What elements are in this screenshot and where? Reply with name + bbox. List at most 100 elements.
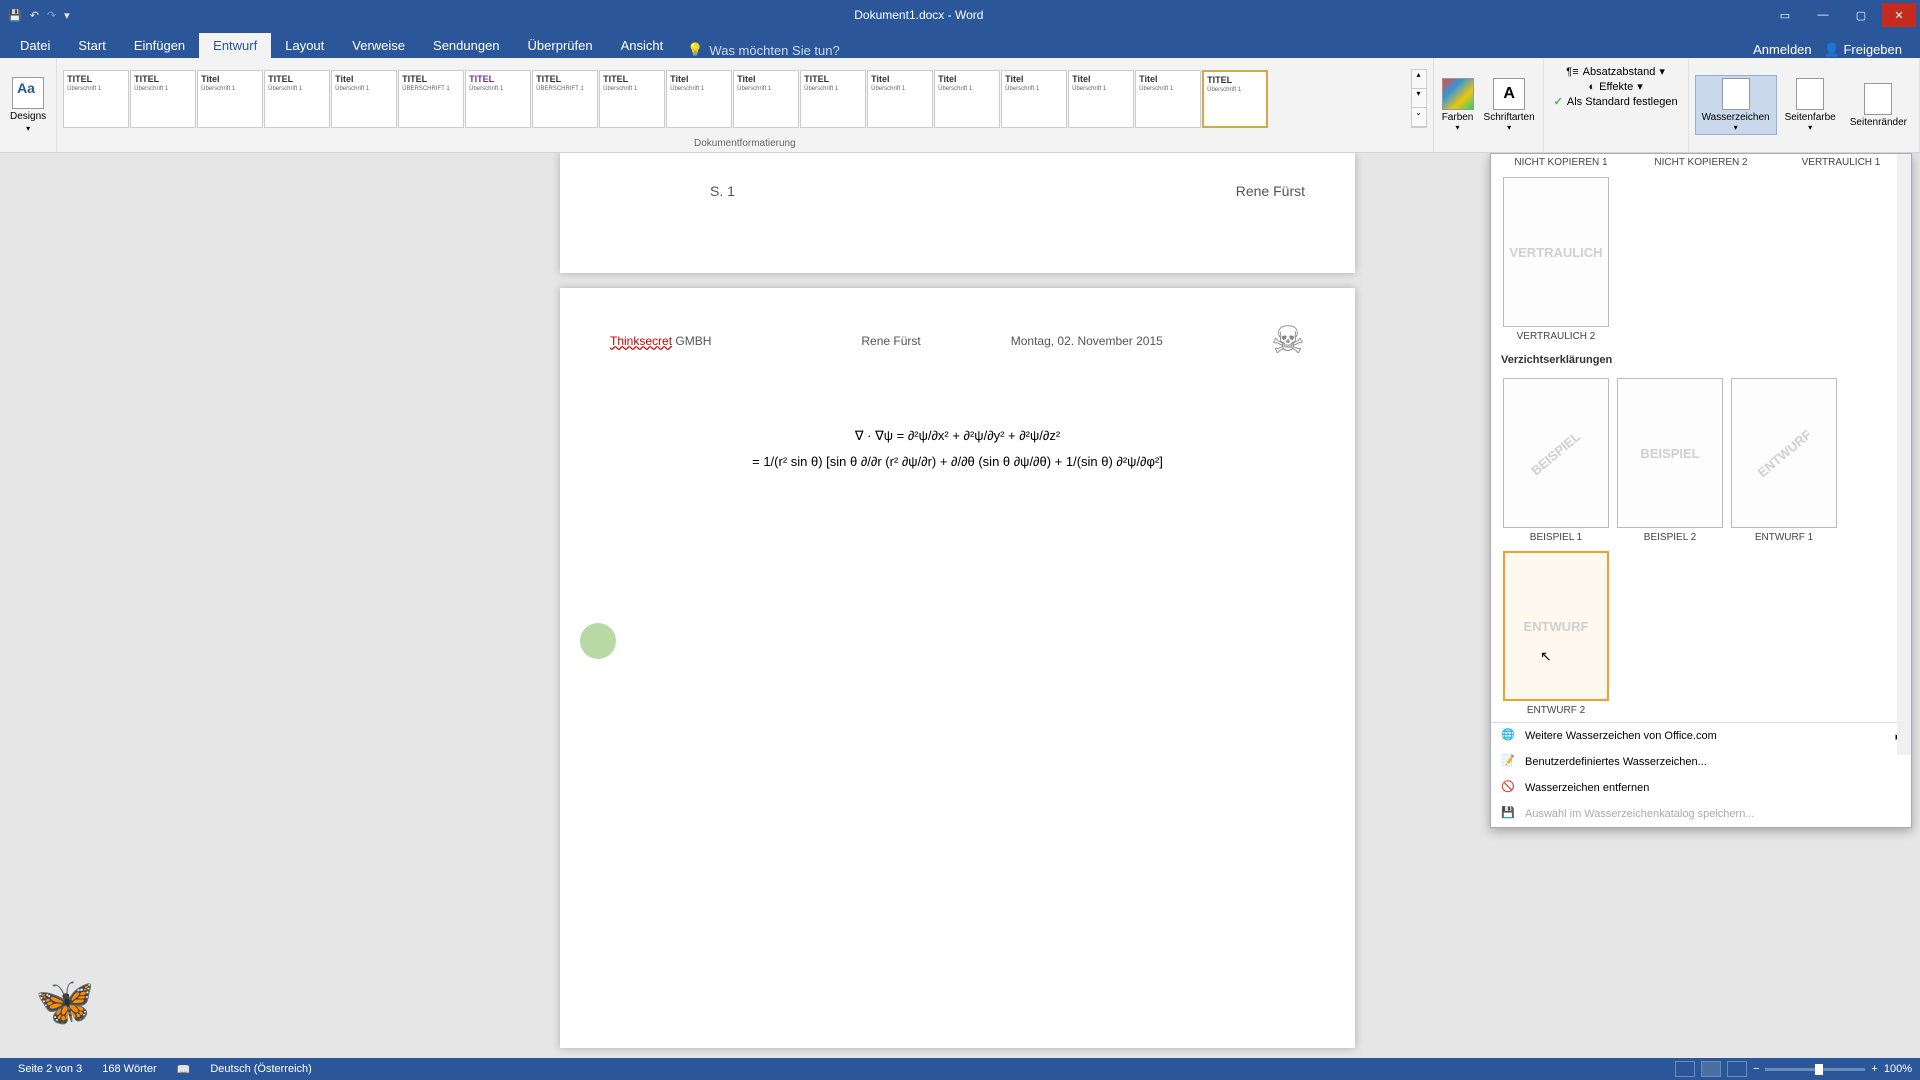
titlebar: 💾 ↶ ↷ ▾ Dokument1.docx - Word ▭ — ▢ ✕ — [0, 0, 1920, 30]
fonts-icon: A — [1493, 78, 1525, 110]
tab-datei[interactable]: Datei — [6, 33, 64, 58]
butterfly-watermark: 🦋 — [35, 973, 95, 1030]
save-icon[interactable]: 💾 — [8, 9, 22, 22]
doc-format-item-13[interactable]: TitelÜberschrift 1 — [934, 70, 1000, 128]
watermark-panel-scrollbar[interactable] — [1897, 154, 1911, 755]
chevron-down-icon: ▾ — [1734, 123, 1738, 132]
gallery-down-icon[interactable]: ▾ — [1412, 89, 1426, 108]
office-icon: 🌐 — [1501, 728, 1517, 744]
watermark-item-entwurf-2[interactable]: ENTWURFENTWURF 2 — [1503, 551, 1609, 716]
view-read-mode[interactable] — [1675, 1061, 1695, 1077]
tab-einfuegen[interactable]: Einfügen — [120, 33, 199, 58]
document-area[interactable]: S. 1 Rene Fürst Thinksecret GMBH Rene Fü… — [0, 153, 1920, 1060]
doc-format-item-3[interactable]: TITELÜberschrift 1 — [264, 70, 330, 128]
zoom-in-button[interactable]: + — [1871, 1063, 1877, 1075]
watermark-icon — [1722, 78, 1750, 110]
freigeben-link[interactable]: 👤 Freigeben — [1824, 42, 1902, 58]
chevron-down-icon: ▾ — [1808, 123, 1812, 132]
doc-format-item-4[interactable]: TitelÜberschrift 1 — [331, 70, 397, 128]
watermark-item-beispiel-2[interactable]: BEISPIELBEISPIEL 2 — [1617, 378, 1723, 543]
doc-format-item-9[interactable]: TitelÜberschrift 1 — [666, 70, 732, 128]
tab-start[interactable]: Start — [64, 33, 119, 58]
doc-formatting-label: Dokumentformatierung — [63, 136, 1426, 149]
watermark-custom[interactable]: 📝 Benutzerdefiniertes Wasserzeichen... — [1491, 749, 1911, 775]
chevron-down-icon: ▾ — [1507, 123, 1511, 132]
seitenfarbe-button[interactable]: Seitenfarbe ▾ — [1779, 76, 1842, 134]
ribbon-display-icon[interactable]: ▭ — [1768, 3, 1802, 27]
tab-ueberpruefen[interactable]: Überprüfen — [514, 33, 607, 58]
view-print-layout[interactable] — [1701, 1061, 1721, 1077]
doc-format-item-14[interactable]: TitelÜberschrift 1 — [1001, 70, 1067, 128]
anmelden-link[interactable]: Anmelden — [1753, 42, 1812, 58]
minimize-button[interactable]: — — [1806, 3, 1840, 27]
header-company: Thinksecret GMBH — [610, 334, 711, 348]
colors-icon — [1442, 78, 1474, 110]
watermark-item-entwurf-1[interactable]: ENTWURFENTWURF 1 — [1731, 378, 1837, 543]
close-button[interactable]: ✕ — [1882, 3, 1916, 27]
watermark-dropdown-panel: NICHT KOPIEREN 1 NICHT KOPIEREN 2 VERTRA… — [1490, 153, 1912, 828]
wasserzeichen-button[interactable]: Wasserzeichen ▾ — [1695, 75, 1777, 135]
status-proofing-icon[interactable]: 📖 — [167, 1063, 201, 1076]
doc-format-item-11[interactable]: TITELÜberschrift 1 — [800, 70, 866, 128]
tab-verweise[interactable]: Verweise — [338, 33, 419, 58]
tab-ansicht[interactable]: Ansicht — [607, 33, 678, 58]
doc-format-item-6[interactable]: TITELÜberschrift 1 — [465, 70, 531, 128]
doc-format-item-7[interactable]: TITELÜBERSCHRIFT 1 — [532, 70, 598, 128]
doc-format-item-17[interactable]: TITELÜberschrift 1 — [1202, 70, 1268, 128]
watermark-vertraulich-2[interactable]: VERTRAULICH VERTRAULICH 2 — [1503, 177, 1609, 342]
designs-button[interactable]: Designs ▾ — [6, 73, 50, 137]
doc-format-item-16[interactable]: TitelÜberschrift 1 — [1135, 70, 1201, 128]
lightbulb-icon: 💡 — [687, 42, 703, 58]
undo-icon[interactable]: ↶ — [30, 9, 39, 22]
zoom-level[interactable]: 100% — [1884, 1063, 1912, 1075]
view-web-layout[interactable] — [1727, 1061, 1747, 1077]
als-standard-button[interactable]: ✓ Als Standard festlegen — [1554, 95, 1678, 108]
gallery-up-icon[interactable]: ▴ — [1412, 70, 1426, 89]
paragraph-spacing-icon: ¶≡ — [1566, 66, 1578, 78]
tab-sendungen[interactable]: Sendungen — [419, 33, 514, 58]
farben-button[interactable]: Farben ▾ — [1440, 76, 1476, 134]
gallery-scrollbar[interactable]: ▴ ▾ ⌄ — [1411, 69, 1427, 128]
doc-format-item-12[interactable]: TitelÜberschrift 1 — [867, 70, 933, 128]
status-page[interactable]: Seite 2 von 3 — [8, 1063, 92, 1075]
custom-watermark-icon: 📝 — [1501, 754, 1517, 770]
doc-format-item-5[interactable]: TITELÜBERSCHRIFT 1 — [398, 70, 464, 128]
page-2[interactable]: Thinksecret GMBH Rene Fürst Montag, 02. … — [560, 288, 1355, 1048]
save-selection-icon: 💾 — [1501, 806, 1517, 822]
window-title: Dokument1.docx - Word — [70, 8, 1768, 22]
watermark-remove[interactable]: 🚫 Wasserzeichen entfernen — [1491, 775, 1911, 801]
zoom-out-button[interactable]: − — [1753, 1063, 1759, 1075]
page-1[interactable]: S. 1 Rene Fürst — [560, 153, 1355, 273]
equation-block[interactable]: ∇ · ∇ψ = ∂²ψ/∂x² + ∂²ψ/∂y² + ∂²ψ/∂z² = 1… — [610, 423, 1305, 475]
chevron-down-icon: ▾ — [26, 124, 30, 133]
schriftarten-button[interactable]: A Schriftarten ▾ — [1482, 76, 1537, 134]
doc-format-item-10[interactable]: TitelÜberschrift 1 — [733, 70, 799, 128]
document-formatting-gallery[interactable]: TITELÜberschrift 1TITELÜberschrift 1Tite… — [63, 70, 1408, 128]
tab-layout[interactable]: Layout — [271, 33, 338, 58]
redo-icon[interactable]: ↷ — [47, 9, 56, 22]
gallery-more-icon[interactable]: ⌄ — [1412, 108, 1426, 127]
doc-format-item-1[interactable]: TITELÜberschrift 1 — [130, 70, 196, 128]
doc-format-item-15[interactable]: TitelÜberschrift 1 — [1068, 70, 1134, 128]
absatzabstand-button[interactable]: ¶≡ Absatzabstand ▾ — [1566, 65, 1665, 78]
effects-icon: ◐ — [1589, 81, 1596, 93]
maximize-button[interactable]: ▢ — [1844, 3, 1878, 27]
tab-entwurf[interactable]: Entwurf — [199, 33, 271, 58]
status-words[interactable]: 168 Wörter — [92, 1063, 166, 1075]
tell-me-search[interactable]: 💡 Was möchten Sie tun? — [677, 42, 850, 58]
ribbon: Designs ▾ TITELÜberschrift 1TITELÜbersch… — [0, 58, 1920, 153]
status-language[interactable]: Deutsch (Österreich) — [200, 1063, 321, 1075]
qat-customize-icon[interactable]: ▾ — [64, 9, 70, 22]
green-highlight-dot — [580, 623, 616, 659]
doc-format-item-0[interactable]: TITELÜberschrift 1 — [63, 70, 129, 128]
page-color-icon — [1796, 78, 1824, 110]
watermark-item-beispiel-1[interactable]: BEISPIELBEISPIEL 1 — [1503, 378, 1609, 543]
doc-format-item-2[interactable]: TitelÜberschrift 1 — [197, 70, 263, 128]
seitenraender-button[interactable]: Seitenränder — [1844, 81, 1913, 130]
checkmark-icon: ✓ — [1554, 95, 1563, 108]
watermark-more-office[interactable]: 🌐 Weitere Wasserzeichen von Office.com ▸ — [1491, 723, 1911, 749]
header-author: Rene Fürst — [1236, 183, 1305, 199]
doc-format-item-8[interactable]: TITELÜberschrift 1 — [599, 70, 665, 128]
effekte-button[interactable]: ◐ Effekte ▾ — [1589, 80, 1643, 93]
zoom-slider[interactable] — [1765, 1068, 1865, 1071]
